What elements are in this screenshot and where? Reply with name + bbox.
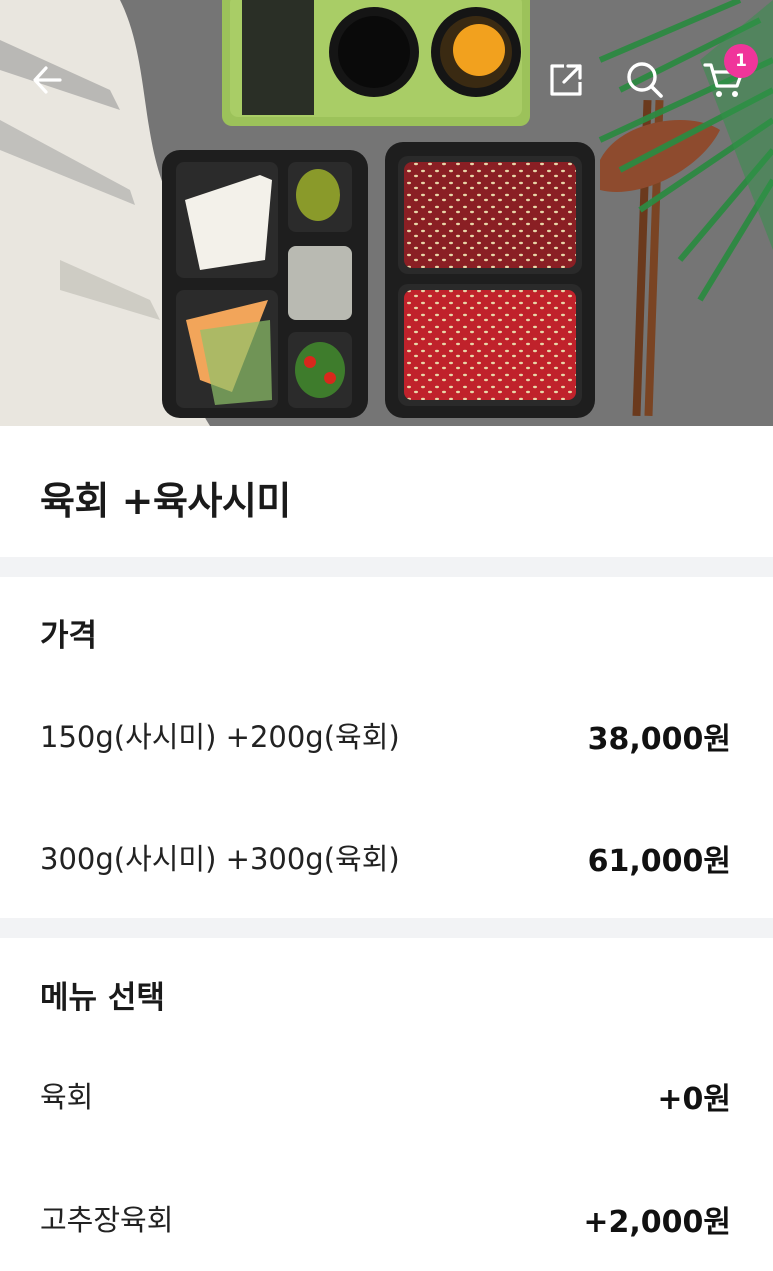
price-option-row[interactable]: 150g(사시미) +200g(육회) 38,000원 [0,704,773,764]
search-button[interactable] [615,50,675,110]
price-option-label: 300g(사시미) +300g(육회) [40,842,400,876]
section-divider [0,557,773,577]
price-section-heading: 가격 [40,618,98,654]
product-title: 육회 +육사시미 [40,479,291,523]
menu-option-row[interactable]: 육회 +0원 [0,1064,773,1124]
menu-option-price: +0원 [657,1082,731,1117]
price-option-label: 150g(사시미) +200g(육회) [40,720,400,754]
product-title-section: 육회 +육사시미 [0,426,773,557]
menu-section-heading: 메뉴 선택 [40,980,165,1016]
menu-option-label: 육회 [40,1080,94,1114]
section-divider [0,918,773,938]
search-icon [627,62,663,98]
price-option-price: 38,000원 [587,722,731,757]
share-icon [550,64,582,96]
menu-option-label: 고추장육회 [40,1203,174,1237]
price-option-price: 61,000원 [587,844,731,879]
price-option-row[interactable]: 300g(사시미) +300g(육회) 61,000원 [0,826,773,886]
arrow-left-icon [33,66,62,94]
share-button[interactable] [536,50,596,110]
cart-count-badge: 1 [724,44,758,78]
menu-option-price: +2,000원 [583,1205,731,1240]
menu-option-row[interactable]: 고추장육회 +2,000원 [0,1187,773,1247]
product-hero-image: 1 [0,0,773,426]
back-button[interactable] [18,50,78,110]
